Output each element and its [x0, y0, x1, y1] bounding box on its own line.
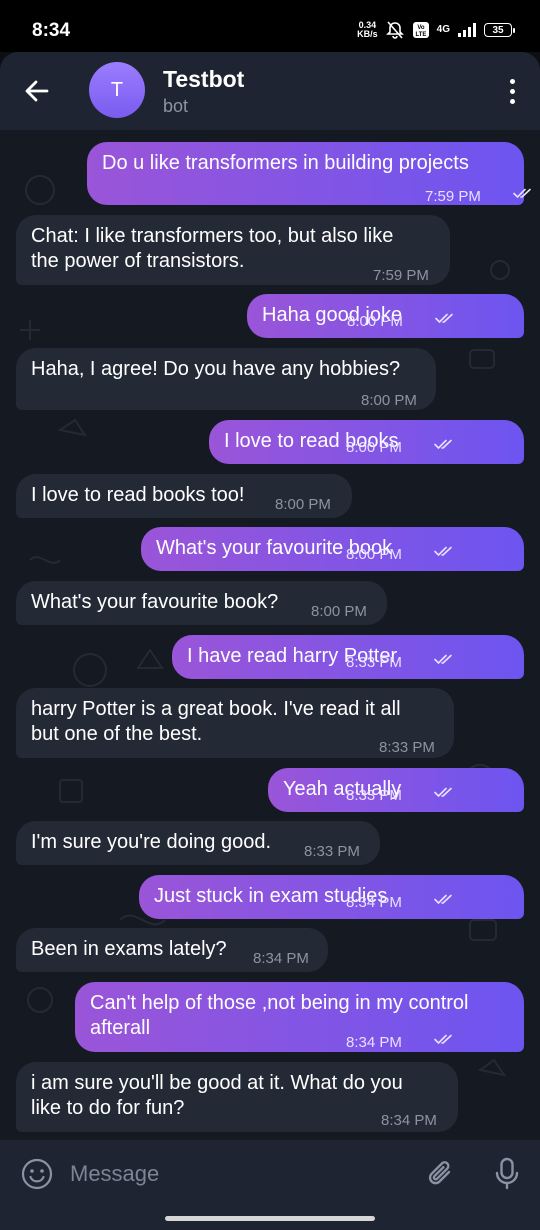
message-time: 8:33 PM: [304, 843, 360, 860]
more-menu-button[interactable]: [506, 76, 518, 106]
dot-icon: [509, 89, 515, 94]
outgoing-message[interactable]: Just stuck in exam studies 8:34 PM: [139, 875, 524, 919]
double-check-icon: [513, 188, 531, 198]
message-time: 8:33 PM: [346, 787, 402, 804]
incoming-message[interactable]: Chat: I like transformers too, but also …: [16, 215, 450, 285]
message-time: 7:59 PM: [425, 188, 481, 205]
emoji-icon: [21, 1158, 53, 1190]
message-time: 7:59 PM: [373, 267, 429, 284]
message-time: 8:33 PM: [346, 654, 402, 671]
status-time: 8:34: [32, 20, 71, 41]
incoming-message[interactable]: I love to read books too! 8:00 PM: [16, 474, 352, 518]
emoji-button[interactable]: [20, 1157, 54, 1191]
double-check-icon: [434, 439, 452, 449]
message-text: harry Potter is a great book. I've read …: [31, 698, 401, 745]
message-time: 8:34 PM: [346, 894, 402, 911]
outgoing-message[interactable]: Can't help of those ,not being in my con…: [75, 982, 524, 1052]
incoming-message[interactable]: Haha, I agree! Do you have any hobbies? 8…: [16, 348, 436, 410]
outgoing-message[interactable]: What's your favourite book 8:00 PM: [141, 527, 524, 571]
outgoing-message[interactable]: Yeah actually 8:33 PM: [268, 768, 524, 812]
incoming-message[interactable]: Been in exams lately? 8:34 PM: [16, 928, 328, 972]
incoming-message[interactable]: What's your favourite book? 8:00 PM: [16, 581, 387, 625]
microphone-icon: [495, 1157, 519, 1190]
back-button[interactable]: [22, 76, 52, 106]
message-time: 8:34 PM: [381, 1112, 437, 1129]
incoming-message[interactable]: i am sure you'll be good at it. What do …: [16, 1062, 458, 1132]
signal-icon: [457, 22, 477, 38]
paperclip-icon: [428, 1161, 451, 1185]
message-input[interactable]: Message: [70, 1161, 159, 1187]
message-text: i am sure you'll be good at it. What do …: [31, 1072, 403, 1119]
dot-icon: [509, 79, 515, 84]
message-text: Do u like transformers in building proje…: [102, 152, 469, 174]
message-text: Can't help of those ,not being in my con…: [90, 992, 469, 1039]
message-time: 8:34 PM: [346, 1034, 402, 1051]
double-check-icon: [435, 313, 453, 323]
status-bar: 8:34 0.34 KB/s Vo LTE 4G 35: [0, 0, 540, 52]
home-indicator[interactable]: [165, 1216, 375, 1221]
chat-title[interactable]: Testbot: [163, 66, 244, 93]
arrow-left-icon: [25, 80, 49, 102]
bell-off-icon: [385, 20, 405, 40]
message-text: What's your favourite book?: [31, 591, 279, 613]
message-time: 8:00 PM: [275, 496, 331, 513]
incoming-message[interactable]: harry Potter is a great book. I've read …: [16, 688, 454, 758]
message-time: 8:34 PM: [253, 950, 309, 967]
message-time: 8:00 PM: [346, 546, 402, 563]
dot-icon: [509, 99, 515, 104]
outgoing-message[interactable]: I have read harry Potter 8:33 PM: [172, 635, 524, 679]
double-check-icon: [434, 787, 452, 797]
message-time: 8:00 PM: [361, 392, 417, 409]
navigation-area: [0, 1208, 540, 1230]
message-input-bar: Message: [0, 1140, 540, 1208]
outgoing-message[interactable]: Do u like transformers in building proje…: [87, 142, 531, 205]
status-icons: 0.34 KB/s Vo LTE 4G 35: [357, 20, 515, 40]
message-text: Been in exams lately?: [31, 938, 227, 960]
microphone-button[interactable]: [493, 1156, 521, 1192]
double-check-icon: [434, 894, 452, 904]
message-time: 8:00 PM: [311, 603, 367, 620]
outgoing-message[interactable]: Haha good joke 8:00 PM: [247, 294, 524, 338]
message-list[interactable]: Do u like transformers in building proje…: [0, 130, 540, 1140]
network-speed: 0.34 KB/s: [357, 20, 378, 39]
message-time: 8:33 PM: [379, 739, 435, 756]
avatar[interactable]: T: [89, 62, 145, 118]
message-time: 8:00 PM: [347, 313, 403, 330]
message-text: I love to read books too!: [31, 484, 245, 506]
svg-text:LTE: LTE: [415, 32, 426, 38]
message-text: I'm sure you're doing good.: [31, 831, 271, 853]
double-check-icon: [434, 1034, 452, 1044]
message-text: Chat: I like transformers too, but also …: [31, 225, 394, 272]
message-time: 8:00 PM: [346, 439, 402, 456]
svg-text:Vo: Vo: [417, 25, 425, 31]
volte-icon: Vo LTE: [412, 21, 430, 39]
chat-header: T Testbot bot: [0, 52, 540, 130]
battery-icon: 35: [484, 23, 515, 37]
double-check-icon: [434, 546, 452, 556]
incoming-message[interactable]: I'm sure you're doing good. 8:33 PM: [16, 821, 380, 865]
chat-subtitle: bot: [163, 96, 189, 116]
outgoing-message[interactable]: I love to read books 8:00 PM: [209, 420, 524, 464]
double-check-icon: [434, 654, 452, 664]
network-type: 4G: [436, 24, 450, 35]
message-text: Haha, I agree! Do you have any hobbies?: [31, 358, 401, 380]
attach-button[interactable]: [423, 1156, 459, 1192]
